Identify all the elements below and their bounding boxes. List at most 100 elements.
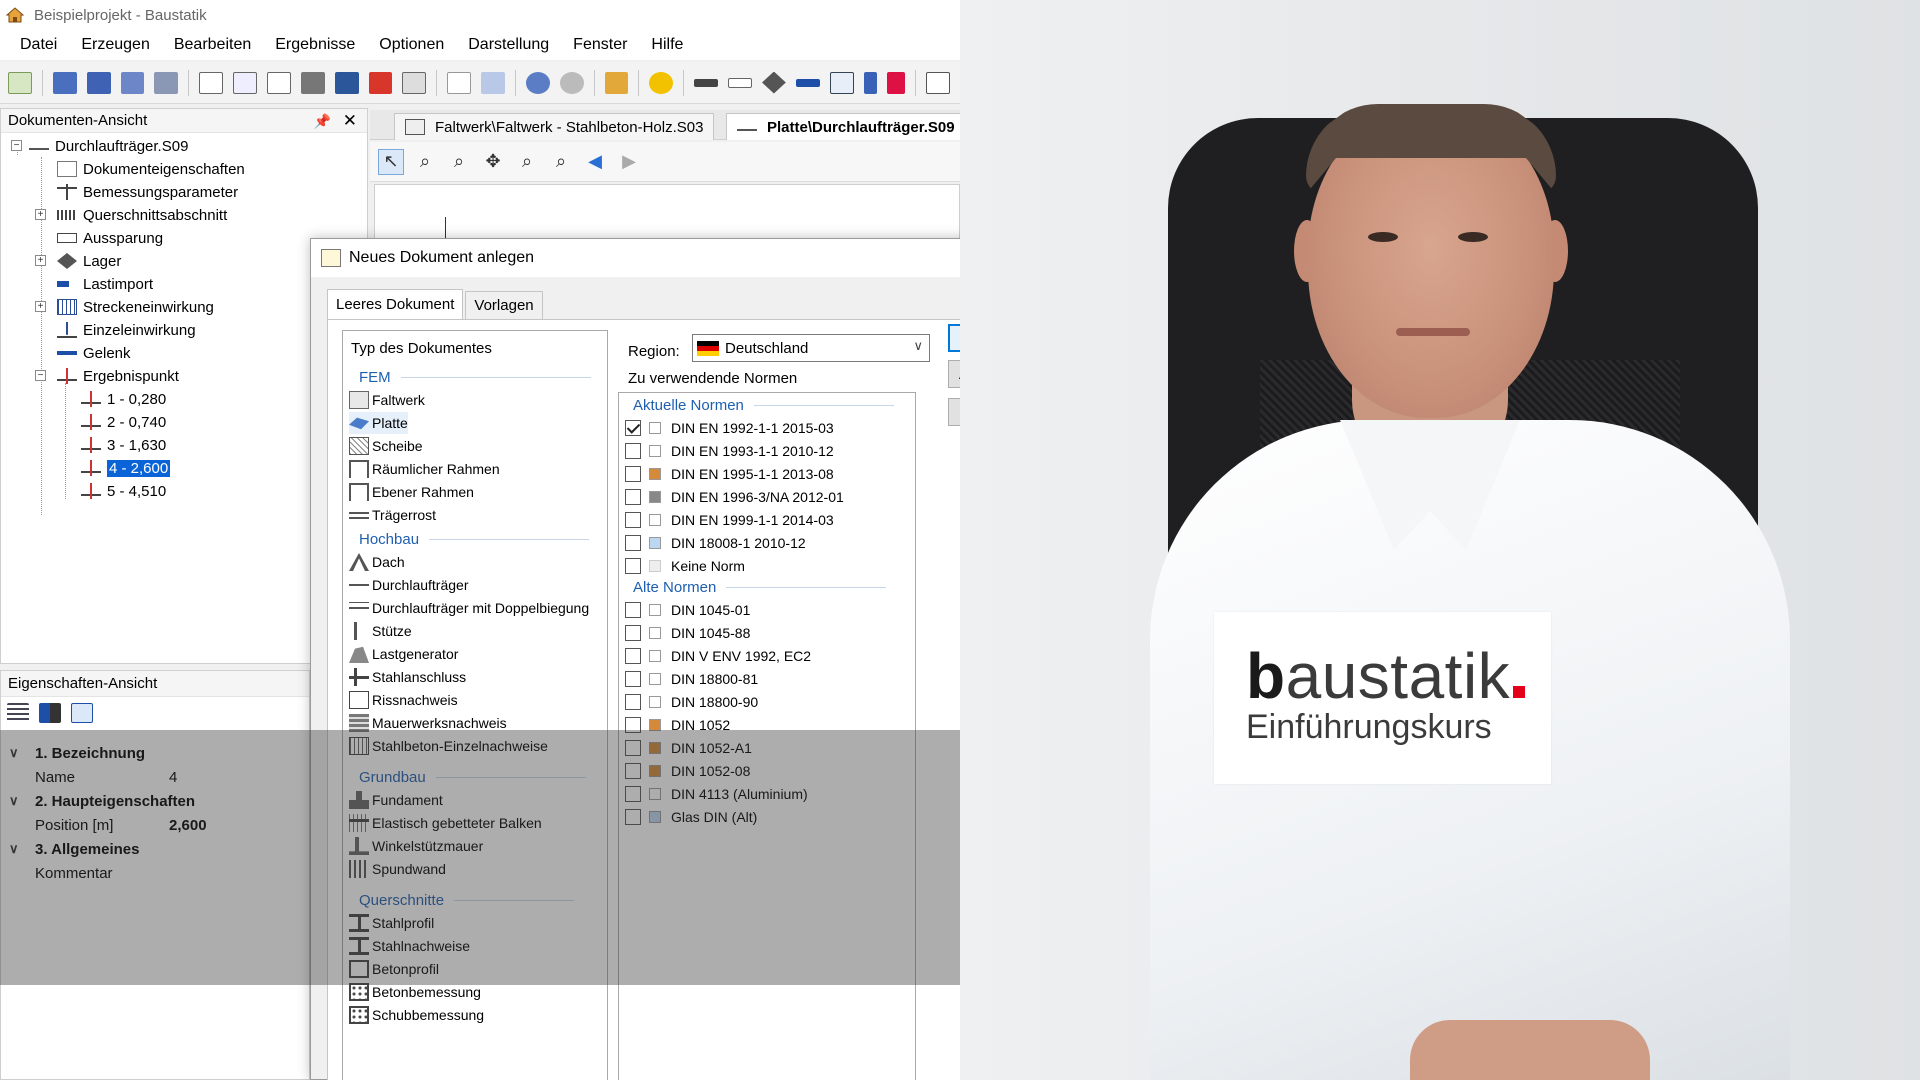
pin-icon[interactable]: 📌 xyxy=(314,113,331,130)
region-select[interactable]: Deutschland ∨ xyxy=(692,334,930,362)
tree-root[interactable]: − Durchlaufträger.S09 xyxy=(11,135,188,157)
type-dach[interactable]: Dach xyxy=(349,551,405,573)
document-icon[interactable] xyxy=(402,71,427,94)
type-betonprofil[interactable]: Betonprofil xyxy=(349,958,439,980)
norm-checkbox[interactable] xyxy=(625,671,641,687)
norm-item[interactable]: DIN EN 1992-1-1 2015-03 xyxy=(625,417,834,439)
type-winkelstuetzmauer[interactable]: Winkelstützmauer xyxy=(349,835,483,857)
word-export-icon[interactable] xyxy=(334,71,359,94)
type-stuetze[interactable]: Stütze xyxy=(349,620,412,642)
prop-row-position[interactable]: Position [m] 2,600 xyxy=(1,813,311,837)
norm-item[interactable]: DIN 18800-90 xyxy=(625,691,758,713)
cut-icon[interactable] xyxy=(447,71,472,94)
tree-item-einzeleinwirkung[interactable]: Einzeleinwirkung xyxy=(57,319,196,341)
norm-item[interactable]: DIN V ENV 1992, EC2 xyxy=(625,645,811,667)
pdf-export-icon[interactable] xyxy=(368,71,393,94)
norm-item[interactable]: DIN 18800-81 xyxy=(625,668,758,690)
tree-item-bemessungsparameter[interactable]: Bemessungsparameter xyxy=(57,181,238,203)
norm-item[interactable]: DIN 1052 xyxy=(625,714,730,736)
norm-item[interactable]: DIN 18008-1 2010-12 xyxy=(625,532,806,554)
tree-item-streckeneinwirkung[interactable]: + Streckeneinwirkung xyxy=(35,296,214,318)
norm-item[interactable]: DIN 1045-01 xyxy=(625,599,750,621)
section-icon[interactable] xyxy=(694,78,719,87)
back-icon[interactable]: ◀ xyxy=(582,149,608,175)
result-item-4-selected[interactable]: 4 - 2,600 xyxy=(81,457,171,479)
prop-row-kommentar[interactable]: Kommentar xyxy=(1,861,311,885)
tree-item-aussparung[interactable]: Aussparung xyxy=(57,227,163,249)
type-mauerwerksnachweis[interactable]: Mauerwerksnachweis xyxy=(349,712,507,734)
norm-checkbox[interactable] xyxy=(625,648,641,664)
norm-item[interactable]: Keine Norm xyxy=(625,555,745,577)
copy-icon[interactable] xyxy=(481,71,505,94)
undo-icon[interactable] xyxy=(525,71,550,94)
prop-category-allgemeines[interactable]: ∨ 3. Allgemeines xyxy=(1,837,311,861)
point-load-icon[interactable] xyxy=(863,71,878,94)
type-traegerrost[interactable]: Trägerrost xyxy=(349,504,436,526)
norm-checkbox[interactable] xyxy=(625,763,641,779)
property-pages-icon[interactable] xyxy=(71,703,93,723)
type-betonbemessung[interactable]: Betonbemessung xyxy=(349,981,481,1003)
tab-faltwerk[interactable]: Faltwerk\Faltwerk - Stahlbeton-Holz.S03 xyxy=(394,113,715,140)
collapse-icon[interactable]: − xyxy=(35,370,46,381)
save-icon[interactable] xyxy=(86,71,111,94)
prop-category-bezeichnung[interactable]: ∨ 1. Bezeichnung xyxy=(1,741,311,765)
norm-checkbox[interactable] xyxy=(625,602,641,618)
zoom-in-icon[interactable]: ⌕ xyxy=(514,149,540,175)
settings-icon[interactable] xyxy=(926,71,951,94)
chevron-down-icon[interactable]: ∨ xyxy=(913,338,923,354)
norm-item[interactable]: DIN EN 1999-1-1 2014-03 xyxy=(625,509,834,531)
tree-item-ergebnispunkt[interactable]: − Ergebnispunkt xyxy=(35,365,179,387)
pointer-icon[interactable]: ↖ xyxy=(378,148,404,175)
type-scheibe[interactable]: Scheibe xyxy=(349,435,423,457)
tree-item-lastimport[interactable]: Lastimport xyxy=(57,273,153,295)
menu-darstellung[interactable]: Darstellung xyxy=(456,36,561,54)
menu-bearbeiten[interactable]: Bearbeiten xyxy=(162,36,263,54)
tab-leeres-dokument[interactable]: Leeres Dokument xyxy=(327,289,464,319)
prop-position-value[interactable]: 2,600 xyxy=(169,817,207,834)
norm-item[interactable]: DIN EN 1995-1-1 2013-08 xyxy=(625,463,834,485)
zoom-icon[interactable]: ⌕ xyxy=(446,149,472,175)
norm-item[interactable]: DIN 1045-88 xyxy=(625,622,750,644)
export-icon[interactable] xyxy=(604,71,629,94)
type-spundwand[interactable]: Spundwand xyxy=(349,858,446,880)
cancel-button[interactable]: Al xyxy=(948,360,960,388)
result-item-5[interactable]: 5 - 4,510 xyxy=(81,480,166,502)
norm-checkbox[interactable] xyxy=(625,558,641,574)
norm-checkbox[interactable] xyxy=(625,717,641,733)
document-type-list[interactable]: Typ des Dokumentes FEM Faltwerk Platte S… xyxy=(342,330,608,1080)
norm-checkbox[interactable] xyxy=(625,466,641,482)
prop-category-haupteigenschaften[interactable]: ∨ 2. Haupteigenschaften xyxy=(1,789,311,813)
page-icon[interactable] xyxy=(199,71,224,94)
norm-checkbox[interactable] xyxy=(625,512,641,528)
tab-durchlauftraeger[interactable]: Platte\Durchlaufträger.S09 xyxy=(726,113,960,140)
help-button[interactable] xyxy=(948,398,960,426)
norm-item[interactable]: DIN EN 1993-1-1 2010-12 xyxy=(625,440,834,462)
norm-checkbox[interactable] xyxy=(625,420,641,436)
opening-icon[interactable] xyxy=(728,77,752,88)
norm-item[interactable]: DIN 1052-A1 xyxy=(625,737,752,759)
forward-icon[interactable]: ▶ xyxy=(616,149,642,175)
menu-optionen[interactable]: Optionen xyxy=(367,36,456,54)
print-preview-icon[interactable] xyxy=(233,71,257,94)
save-as-icon[interactable] xyxy=(120,71,145,94)
expand-icon[interactable]: + xyxy=(35,209,46,220)
collapse-icon[interactable]: − xyxy=(11,140,22,151)
chevron-down-icon[interactable]: ∨ xyxy=(9,841,25,857)
result-item-3[interactable]: 3 - 1,630 xyxy=(81,434,166,456)
norm-item[interactable]: DIN EN 1996-3/NA 2012-01 xyxy=(625,486,844,508)
type-ebener-rahmen[interactable]: Ebener Rahmen xyxy=(349,481,474,503)
type-stahlanschluss[interactable]: Stahlanschluss xyxy=(349,666,466,688)
open-icon[interactable] xyxy=(52,71,77,94)
print-icon[interactable] xyxy=(300,71,325,94)
ok-button[interactable] xyxy=(948,324,960,352)
tree-item-lager[interactable]: + Lager xyxy=(35,250,121,272)
type-raeumlicher-rahmen[interactable]: Räumlicher Rahmen xyxy=(349,458,500,480)
support-icon[interactable] xyxy=(761,71,786,94)
norm-item[interactable]: Glas DIN (Alt) xyxy=(625,806,757,828)
save-all-icon[interactable] xyxy=(154,71,179,94)
hinge-icon[interactable] xyxy=(795,78,820,87)
type-fundament[interactable]: Fundament xyxy=(349,789,443,811)
tree-item-dokumenteigenschaften[interactable]: Dokumenteigenschaften xyxy=(57,158,245,180)
menu-hilfe[interactable]: Hilfe xyxy=(639,36,695,54)
zoom-window-icon[interactable]: ⌕ xyxy=(412,149,438,175)
